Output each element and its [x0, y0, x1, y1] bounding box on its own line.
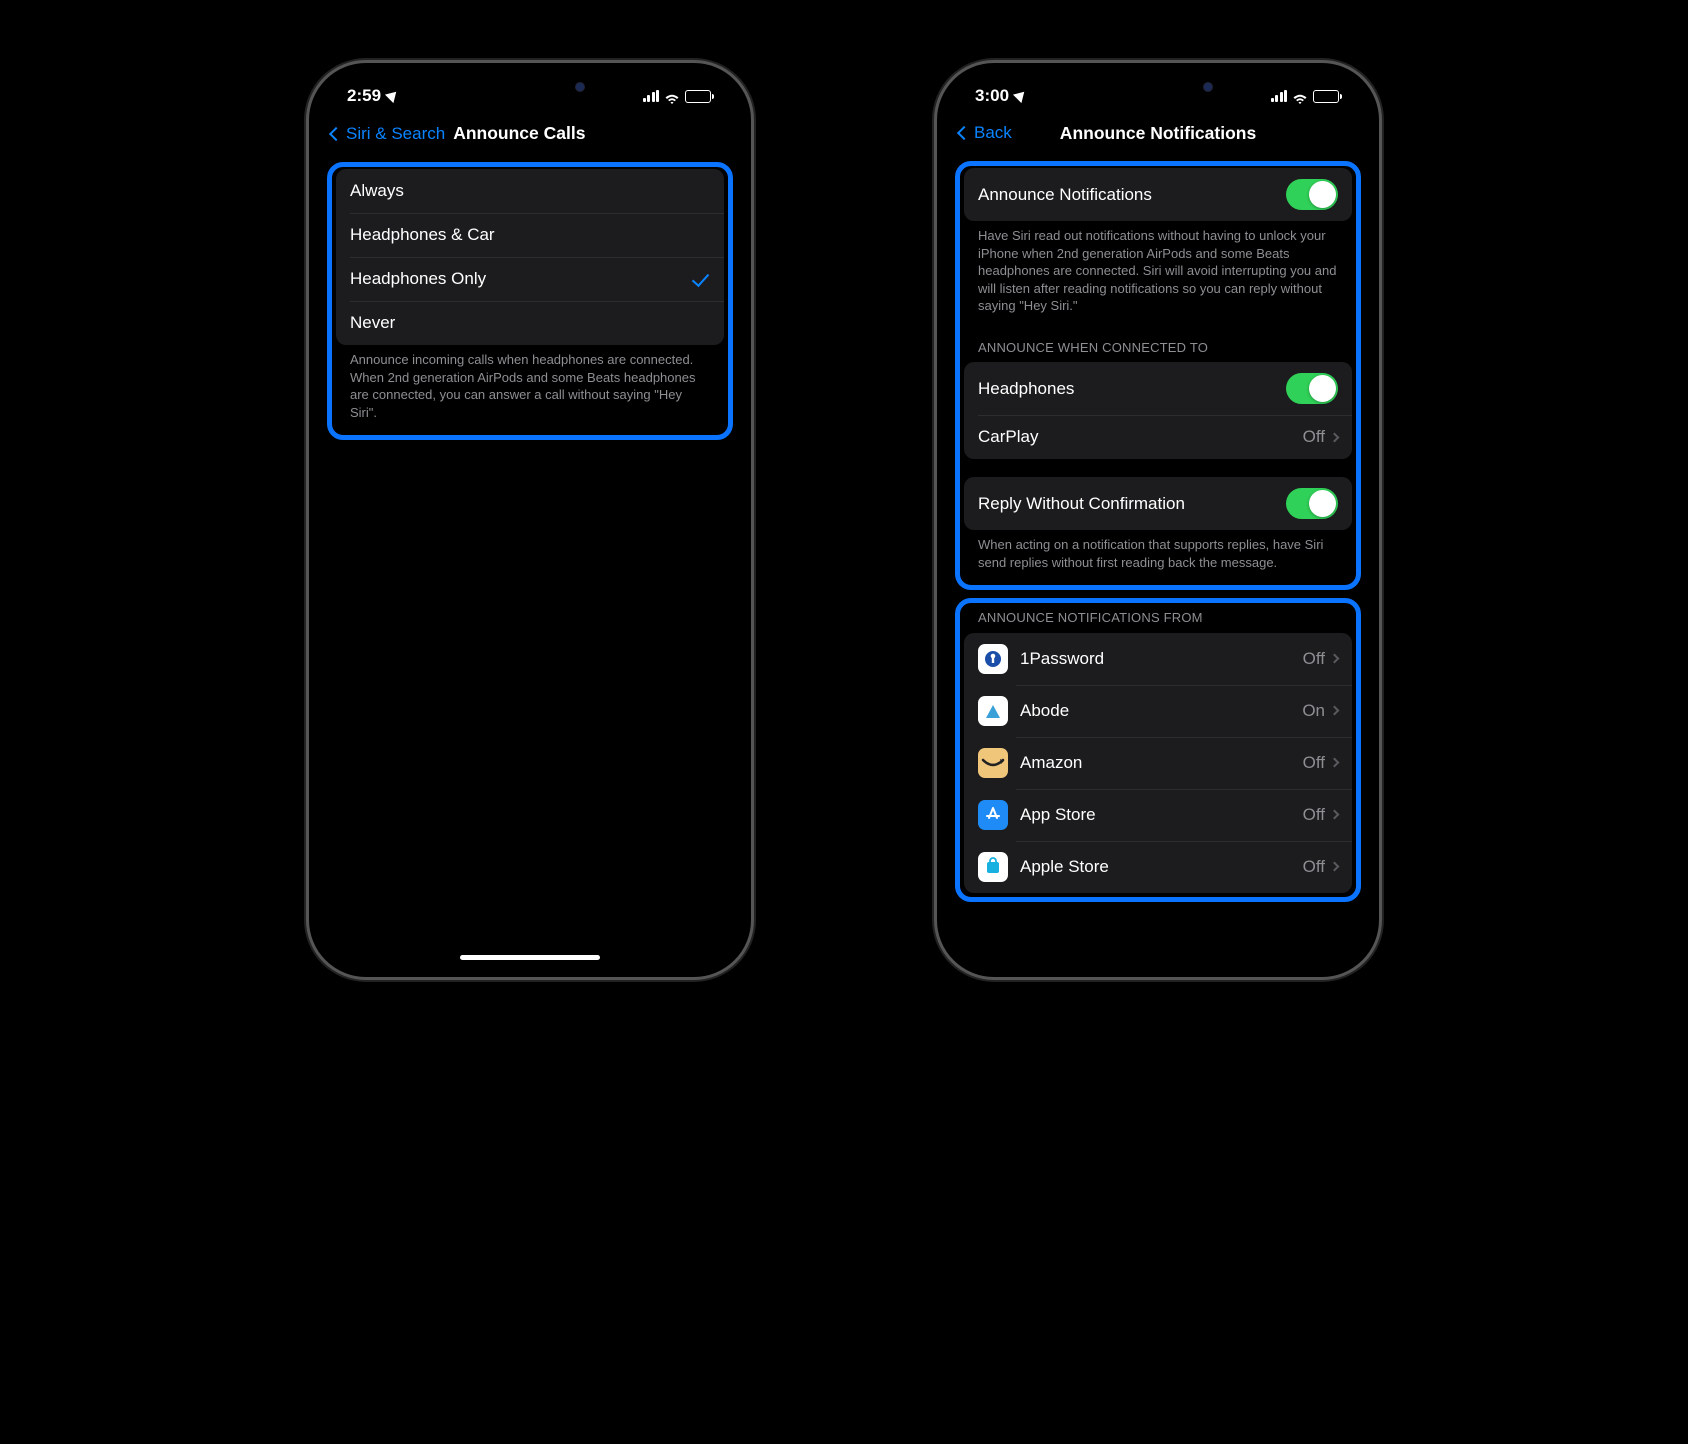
chevron-right-icon: [1330, 758, 1340, 768]
checkmark-icon: [692, 269, 709, 287]
connected-group: Headphones CarPlay Off: [964, 362, 1352, 459]
row-label: CarPlay: [978, 427, 1038, 447]
home-indicator[interactable]: [460, 955, 600, 960]
highlight-apps: ANNOUNCE NOTIFICATIONS FROM 1Password Of…: [955, 598, 1361, 902]
app-value: Off: [1303, 805, 1325, 825]
option-always[interactable]: Always: [336, 169, 724, 213]
headphones-toggle[interactable]: [1286, 373, 1338, 404]
chevron-right-icon: [1330, 654, 1340, 664]
connected-header: ANNOUNCE WHEN CONNECTED TO: [964, 325, 1352, 363]
location-icon: [385, 88, 401, 104]
screen-left: 2:59 Siri & Search Announce Calls Alwa: [321, 73, 739, 967]
app-icon-app-store: [978, 800, 1008, 830]
back-label: Siri & Search: [346, 124, 445, 144]
apps-header: ANNOUNCE NOTIFICATIONS FROM: [964, 605, 1352, 633]
page-title: Announce Notifications: [1060, 123, 1256, 144]
cellular-icon: [643, 90, 660, 102]
option-label: Headphones & Car: [350, 225, 495, 245]
announce-notifications-toggle-group: Announce Notifications: [964, 168, 1352, 221]
highlight-announce-calls: Always Headphones & Car Headphones Only …: [327, 162, 733, 440]
app-row-1password[interactable]: 1Password Off: [964, 633, 1352, 685]
apps-group: 1Password Off Abode On: [964, 633, 1352, 893]
option-headphones-car[interactable]: Headphones & Car: [336, 213, 724, 257]
app-name: 1Password: [1020, 649, 1104, 669]
battery-icon: [1313, 90, 1339, 103]
chevron-left-icon: [329, 126, 343, 140]
app-value: Off: [1303, 649, 1325, 669]
app-value: Off: [1303, 753, 1325, 773]
app-icon-amazon: [978, 748, 1008, 778]
headphones-row[interactable]: Headphones: [964, 362, 1352, 415]
announce-calls-options: Always Headphones & Car Headphones Only …: [336, 169, 724, 345]
announce-notifications-footer: Have Siri read out notifications without…: [964, 221, 1352, 325]
screen-right: 3:00 Back Announce Notifications Anno: [949, 73, 1367, 967]
wifi-icon: [1292, 90, 1308, 102]
location-icon: [1013, 88, 1029, 104]
row-label: Reply Without Confirmation: [978, 494, 1185, 514]
back-button[interactable]: Siri & Search: [331, 124, 445, 144]
chevron-right-icon: [1330, 432, 1340, 442]
page-title: Announce Calls: [453, 123, 585, 144]
row-value: Off: [1303, 427, 1325, 447]
row-label: Headphones: [978, 379, 1074, 399]
announce-notifications-row[interactable]: Announce Notifications: [964, 168, 1352, 221]
app-value: On: [1302, 701, 1325, 721]
notch: [1073, 73, 1243, 101]
phone-right: 3:00 Back Announce Notifications Anno: [934, 60, 1382, 980]
reply-footer: When acting on a notification that suppo…: [964, 530, 1352, 581]
option-label: Never: [350, 313, 395, 333]
nav-bar: Back Announce Notifications: [949, 119, 1367, 153]
options-footer: Announce incoming calls when headphones …: [336, 345, 724, 431]
app-icon-abode: [978, 696, 1008, 726]
reply-without-confirmation-row[interactable]: Reply Without Confirmation: [964, 477, 1352, 530]
app-icon-apple-store: [978, 852, 1008, 882]
chevron-right-icon: [1330, 810, 1340, 820]
wifi-icon: [664, 90, 680, 102]
status-time: 3:00: [975, 86, 1009, 106]
nav-bar: Siri & Search Announce Calls: [321, 119, 739, 154]
notch: [445, 73, 615, 101]
app-name: Amazon: [1020, 753, 1082, 773]
option-label: Always: [350, 181, 404, 201]
battery-icon: [685, 90, 711, 103]
option-never[interactable]: Never: [336, 301, 724, 345]
app-row-amazon[interactable]: Amazon Off: [964, 737, 1352, 789]
app-row-abode[interactable]: Abode On: [964, 685, 1352, 737]
reply-toggle[interactable]: [1286, 488, 1338, 519]
chevron-right-icon: [1330, 862, 1340, 872]
reply-group: Reply Without Confirmation: [964, 477, 1352, 530]
app-icon-1password: [978, 644, 1008, 674]
phone-left: 2:59 Siri & Search Announce Calls Alwa: [306, 60, 754, 980]
app-name: Apple Store: [1020, 857, 1109, 877]
back-label: Back: [974, 123, 1012, 143]
carplay-row[interactable]: CarPlay Off: [964, 415, 1352, 459]
app-name: App Store: [1020, 805, 1096, 825]
app-row-apple-store[interactable]: Apple Store Off: [964, 841, 1352, 893]
back-button[interactable]: Back: [959, 123, 1012, 143]
app-row-app-store[interactable]: App Store Off: [964, 789, 1352, 841]
app-name: Abode: [1020, 701, 1069, 721]
status-time: 2:59: [347, 86, 381, 106]
row-label: Announce Notifications: [978, 185, 1152, 205]
chevron-right-icon: [1330, 706, 1340, 716]
cellular-icon: [1271, 90, 1288, 102]
app-value: Off: [1303, 857, 1325, 877]
announce-notifications-toggle[interactable]: [1286, 179, 1338, 210]
option-label: Headphones Only: [350, 269, 486, 289]
chevron-left-icon: [957, 126, 971, 140]
option-headphones-only[interactable]: Headphones Only: [336, 257, 724, 301]
highlight-announce-notifications: Announce Notifications Have Siri read ou…: [955, 161, 1361, 590]
